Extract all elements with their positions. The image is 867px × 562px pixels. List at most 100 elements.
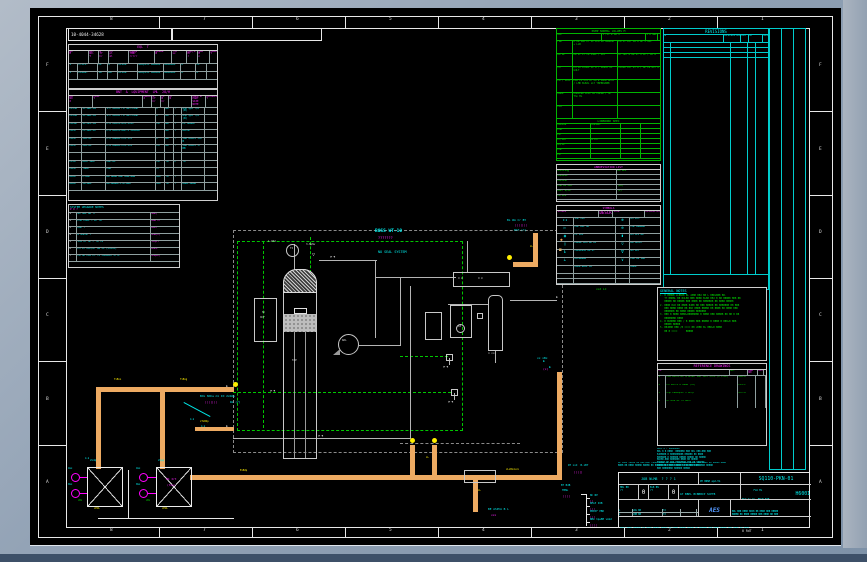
cell: md dbl (630, 250, 660, 257)
cell: 2 (69, 219, 77, 226)
cell: BdPL (151, 248, 179, 254)
cell: BB (108, 71, 118, 79)
cell: P (156, 107, 165, 115)
grid-ref: 6 (296, 528, 299, 533)
cell: T (174, 137, 182, 145)
symbol-row: £ CBMB+bdL Bb O7 ∇ md dbl (557, 250, 660, 259)
cell (591, 154, 621, 159)
cell: BBxB (69, 175, 82, 183)
window-bottom-edge (0, 554, 867, 562)
diagram-label: LL (530, 245, 533, 248)
legend-row: 5 xdv MY MP — YB YB xxqvY (69, 240, 179, 248)
grid-ref: 4 (482, 528, 485, 533)
cell: 7 (69, 254, 77, 261)
cell: NB (165, 130, 174, 137)
diagram-label: xxx (491, 513, 497, 517)
shape (38, 445, 66, 446)
symbol-glyph: ⊗ (616, 218, 630, 226)
cell: MBL-BL (106, 160, 156, 168)
grid-ref: 5 (389, 17, 392, 22)
cell: BPP (156, 175, 165, 183)
cell (591, 129, 621, 134)
cell: CBMB+bdL Bb O7 (574, 250, 616, 258)
cell: LLPB (69, 145, 82, 153)
pipe-riser-right (557, 372, 562, 480)
diagram-label: BT BdB (561, 484, 571, 487)
system-legend-table: SYSTEM UPGRADE NOTES P O ? 1 NO SAP AB YY… (68, 204, 180, 268)
cell (165, 168, 174, 175)
cell (156, 153, 165, 160)
cell: FWD (557, 41, 573, 54)
diagram-label: ||||||| (205, 400, 218, 404)
cell: LLPB (69, 168, 82, 175)
cell: BPP (156, 183, 165, 191)
cell: PB dM LLB Pt TA CAPBLBY PTYP (77, 254, 151, 261)
pipe-main-run (190, 475, 562, 480)
shape (345, 16, 346, 28)
shape (510, 300, 557, 301)
table-row: 2 PM BNTYB B BBWB (TB) PL+-P (658, 383, 766, 392)
cell: MB BY LY CB PdBL / BhJ (573, 54, 618, 67)
diagram-label: ??????? (378, 236, 393, 240)
header-cell: dBd M n (198, 50, 210, 63)
sheet-digit1: 0 (639, 485, 649, 500)
equipment-table-header: NO M BLF NO. YN TY hr KH pl ml OdABP TMBY r… (69, 50, 217, 64)
cell: T (174, 145, 182, 153)
pipe-run (96, 387, 234, 392)
diagram-label: Mk Irt (166, 477, 177, 481)
cell: LLxMB (69, 115, 82, 122)
project-line1: GT BBPL BCBBBCP SCPTB (680, 491, 716, 496)
symbol-glyph: ▸◂ (557, 218, 574, 226)
cell: PM BNTYB B BBWB (TB) (666, 383, 738, 392)
header-cell: NO M (69, 50, 89, 63)
cell (205, 176, 217, 183)
cell (738, 399, 756, 408)
shape (624, 528, 625, 538)
shape (467, 241, 468, 273)
cell: 3 (69, 226, 77, 233)
drawing-canvas[interactable]: 87654321 876543210 RdT FEDCBA FEDCBA 10-… (30, 8, 841, 546)
cell (205, 108, 217, 115)
cell: BB BL (557, 54, 573, 67)
shape (80, 477, 87, 478)
cell: LLxHB (69, 107, 82, 115)
cell: BBLY B/db (557, 190, 617, 195)
cell: LLPB (69, 130, 82, 137)
cell: PBMBL bnd mb LU (574, 242, 616, 250)
cell (621, 139, 641, 144)
cell (205, 123, 217, 130)
general-notes-box: GENERAL NOTES 1. B PBBNB LLBBdB BL xBBB … (657, 287, 767, 361)
shape (781, 28, 782, 470)
header-cell: DBT (741, 35, 749, 43)
grid-ref: 6 (296, 17, 299, 22)
grid-ref: B (46, 397, 49, 402)
header-cell: SYMB (613, 211, 645, 218)
cell: mbhp151 +BBxBL (138, 71, 164, 79)
cell: Mnp LwbmqPPL n mLYp (666, 391, 738, 400)
grid-ref: 3 (575, 528, 578, 533)
grid-ref: 2 (668, 17, 671, 22)
table-row: LLPB Cx-BBL-PL L.B BBxYB.BbL-x PBxBxB NB T BP… (69, 130, 217, 138)
pipe-stub (410, 445, 415, 478)
header-cell: TdC xx (172, 50, 187, 63)
table-row: LLxMB 2x-NNL-PB S.L ABxxB FB HBJ-xxNM P NB Tm… (69, 115, 217, 123)
grid-ref: C (46, 313, 49, 318)
header-cell: NO. (730, 369, 748, 375)
symbol-glyph: ∇ (616, 250, 630, 258)
cell: 4 (69, 233, 77, 240)
legend-row: 6 PH BY MLP/BT AB PP (XXXXX) BdPL (69, 247, 179, 255)
tie-in-flag (410, 438, 415, 443)
diagram-label: LL (478, 489, 481, 492)
instrument-square (446, 354, 453, 361)
grid-ref: 8 (110, 528, 113, 533)
skid-box (87, 467, 123, 507)
linework-spec-table: LINEWORK SPEC MBXVMB BdPdBM PdB PB LT/PBY… (556, 118, 661, 161)
table-row: LLxHB 2x-NNL-PB S.L ABxxB FB HBJ-xxNM P NB Tm… (69, 107, 217, 116)
cell: 2x-MHL-PB (82, 122, 106, 130)
shape (717, 528, 718, 538)
cell: T (174, 122, 182, 130)
cell: PPM (557, 106, 573, 119)
cell (591, 149, 621, 154)
cell: BPPdL (182, 130, 205, 137)
diagram-label: LL (426, 456, 429, 459)
